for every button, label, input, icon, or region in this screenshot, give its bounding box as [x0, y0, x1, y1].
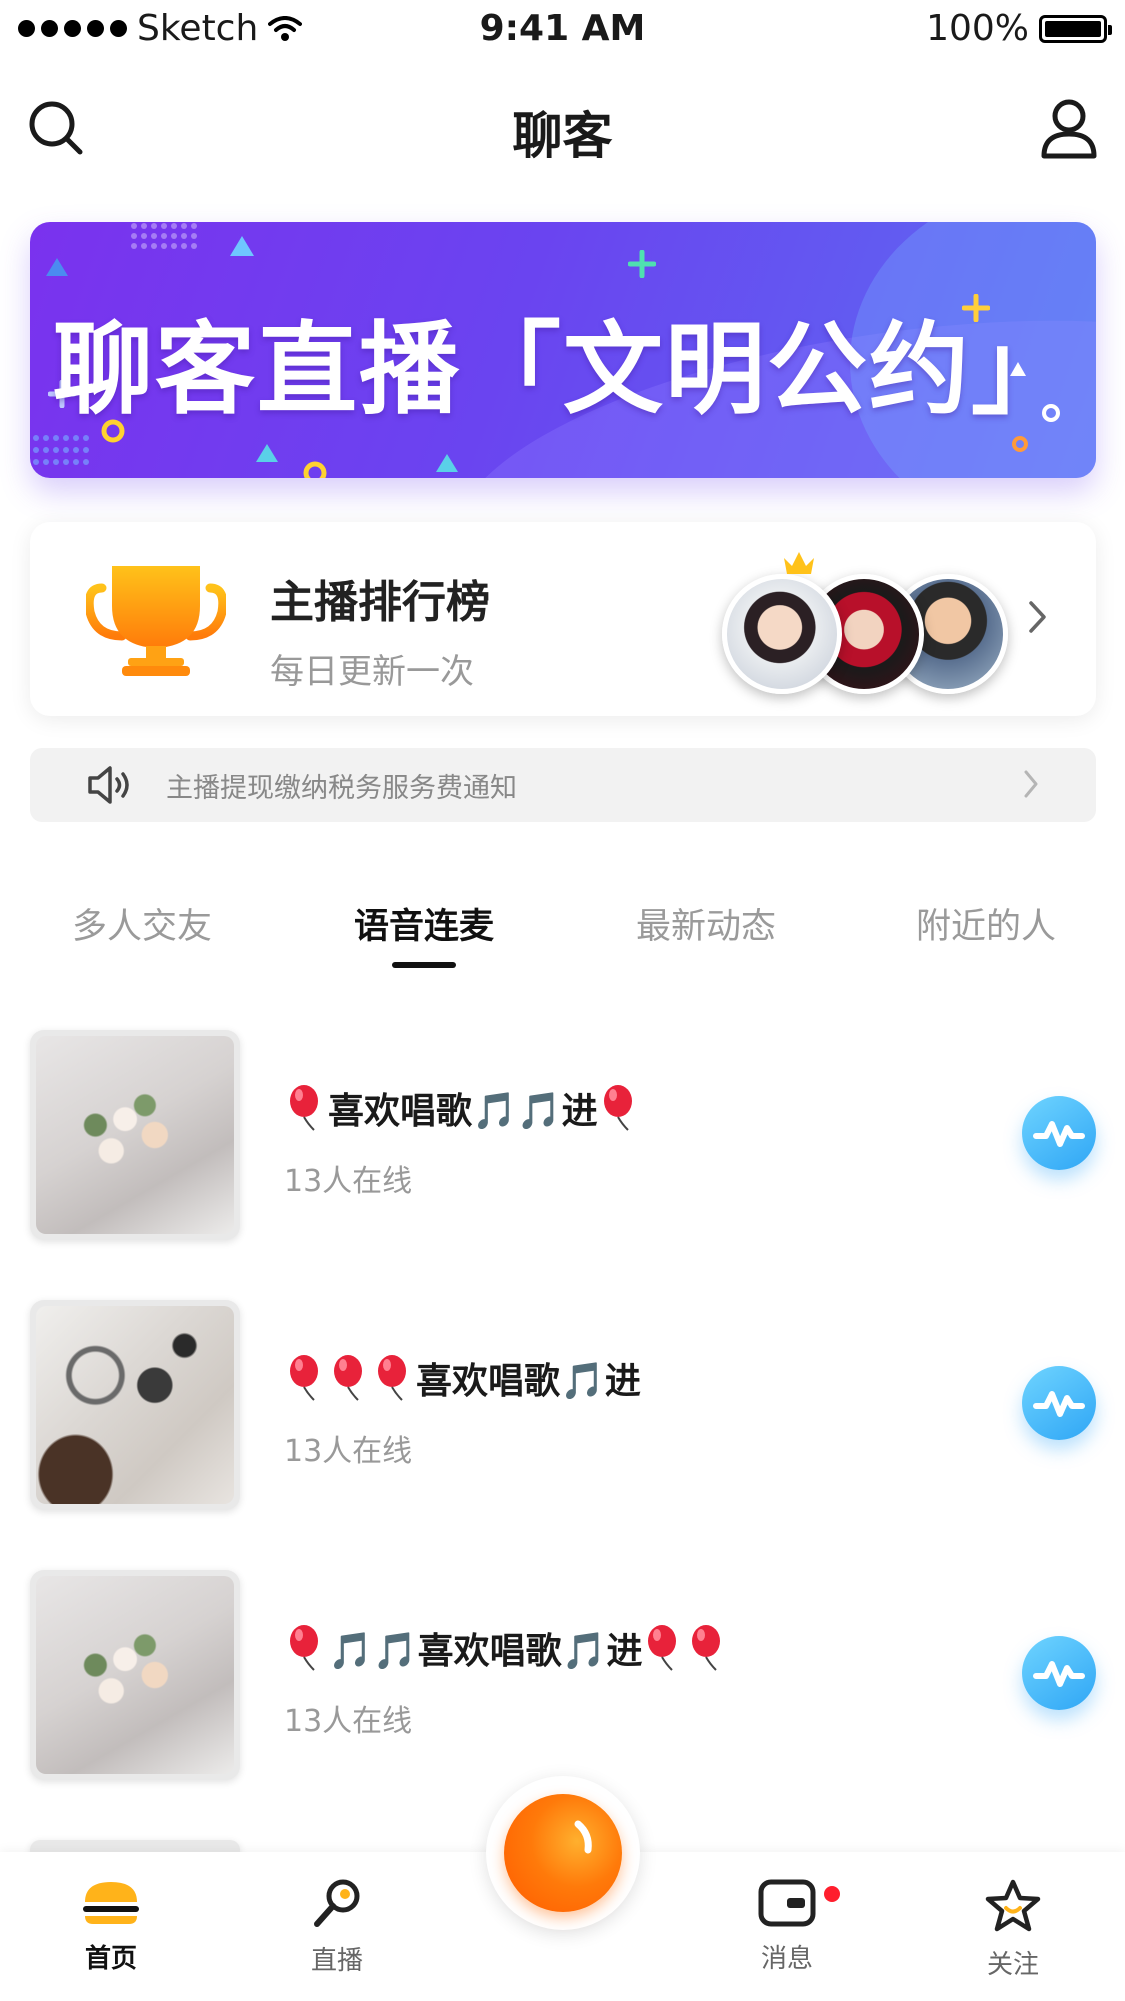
- sound-wave-icon: [1033, 1661, 1085, 1687]
- ring-decoration: [303, 461, 327, 478]
- room-title-text: 喜欢唱歌🎵🎵进: [328, 1091, 598, 1132]
- room-title-text: 🎵🎵喜欢唱歌🎵进: [328, 1631, 643, 1672]
- balloon-icon: [603, 1085, 632, 1131]
- triangle-decoration: [256, 444, 278, 462]
- orb-highlight-icon: [574, 1820, 592, 1854]
- go-live-button[interactable]: [486, 1776, 640, 1930]
- microphone-icon: [314, 1879, 360, 1927]
- profile-icon[interactable]: [1039, 96, 1099, 160]
- sound-wave-icon: [1033, 1391, 1085, 1417]
- tabbar-home[interactable]: 首页: [36, 1878, 186, 1975]
- crown-icon: [784, 552, 814, 574]
- list-item[interactable]: 喜欢唱歌🎵🎵进 13人在线: [0, 1030, 1125, 1242]
- room-title: 喜欢唱歌🎵🎵进: [284, 1082, 642, 1134]
- tabbar-messages-label: 消息: [760, 1944, 813, 1974]
- battery-icon: [1039, 14, 1112, 43]
- ranking-subtitle: 每日更新一次: [270, 652, 474, 692]
- balloon-icon: [692, 1625, 721, 1671]
- balloon-icon: [290, 1625, 318, 1671]
- list-item[interactable]: 🎵🎵喜欢唱歌🎵进 13人在线: [0, 1570, 1125, 1782]
- nav-bar: 聊客: [0, 80, 1125, 180]
- status-right: 100%: [926, 8, 1112, 49]
- online-count: 13人在线: [284, 1164, 413, 1199]
- top-anchors-avatars: [722, 552, 1022, 694]
- promo-banner[interactable]: 聊客直播「文明公约」: [30, 222, 1096, 478]
- tab-latest-feed[interactable]: 最新动态: [636, 898, 776, 949]
- go-live-orb-icon: [504, 1794, 622, 1912]
- chevron-right-icon[interactable]: [1028, 600, 1048, 634]
- home-burger-icon: [83, 1882, 139, 1924]
- message-box-icon: [758, 1879, 816, 1927]
- plus-decoration: [628, 250, 656, 278]
- battery-percent: 100%: [926, 8, 1029, 49]
- unread-badge: [824, 1886, 840, 1902]
- tabbar-live[interactable]: 直播: [262, 1878, 412, 1977]
- avatar: [722, 574, 842, 694]
- tab-nearby[interactable]: 附近的人: [916, 898, 1056, 949]
- ring-decoration: [1012, 436, 1028, 452]
- dot-grid-decoration: [33, 435, 89, 465]
- online-count: 13人在线: [284, 1704, 413, 1739]
- tabbar-follow[interactable]: 关注: [938, 1878, 1088, 1981]
- tab-voice-link[interactable]: 语音连麦: [354, 898, 494, 949]
- dot-grid-decoration: [131, 223, 197, 249]
- page-title: 聊客: [512, 107, 613, 165]
- triangle-decoration: [230, 236, 254, 256]
- anchor-ranking-card[interactable]: 主播排行榜 每日更新一次: [30, 522, 1096, 716]
- room-thumbnail: [30, 1570, 240, 1780]
- trophy-icon: [86, 566, 226, 676]
- tabbar-live-label: 直播: [310, 1946, 363, 1976]
- notice-bar[interactable]: 主播提现缴纳税务服务费通知: [30, 748, 1096, 822]
- chevron-right-icon: [1024, 770, 1038, 798]
- room-title: 🎵🎵喜欢唱歌🎵进: [284, 1622, 730, 1674]
- voice-join-button[interactable]: [1022, 1636, 1096, 1710]
- category-tabs: 多人交友 语音连麦 最新动态 附近的人: [0, 898, 1125, 978]
- tabbar-home-label: 首页: [84, 1944, 137, 1974]
- balloon-icon: [290, 1085, 318, 1131]
- balloon-icon: [648, 1625, 677, 1671]
- room-title-text: 喜欢唱歌🎵进: [416, 1361, 641, 1402]
- room-thumbnail: [30, 1030, 240, 1240]
- voice-join-button[interactable]: [1022, 1096, 1096, 1170]
- sound-wave-icon: [1033, 1121, 1085, 1147]
- room-thumbnail: [30, 1300, 240, 1510]
- star-icon: [985, 1879, 1041, 1932]
- balloon-icon: [378, 1355, 406, 1401]
- triangle-decoration: [436, 454, 458, 472]
- status-bar: Sketch 9:41 AM 100%: [0, 0, 1125, 60]
- online-count: 13人在线: [284, 1434, 413, 1469]
- active-tab-indicator: [392, 962, 456, 968]
- triangle-decoration: [46, 258, 68, 276]
- banner-headline: 聊客直播「文明公约」: [53, 311, 1073, 428]
- ranking-title: 主播排行榜: [270, 577, 490, 628]
- speaker-icon: [88, 766, 129, 804]
- balloon-icon: [290, 1355, 318, 1401]
- notice-text: 主播提现缴纳税务服务费通知: [166, 773, 517, 804]
- list-item[interactable]: 喜欢唱歌🎵进 13人在线: [0, 1300, 1125, 1512]
- tabbar-follow-label: 关注: [986, 1950, 1039, 1980]
- balloon-icon: [334, 1355, 362, 1401]
- voice-join-button[interactable]: [1022, 1366, 1096, 1440]
- room-title: 喜欢唱歌🎵进: [284, 1352, 641, 1404]
- tab-multi-friends[interactable]: 多人交友: [72, 898, 212, 949]
